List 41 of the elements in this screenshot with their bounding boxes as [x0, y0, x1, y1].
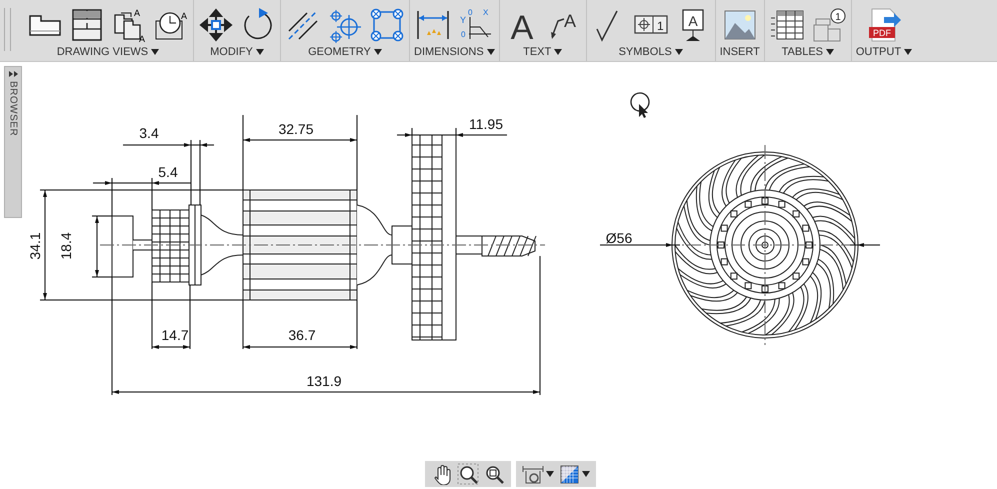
balloon-tool-button[interactable]: 1 [810, 6, 847, 44]
ribbon-panel-label[interactable]: MODIFY [210, 46, 264, 58]
ribbon-panel-label[interactable]: TABLES [782, 46, 834, 58]
ribbon-panel-label[interactable]: DRAWING VIEWS [56, 46, 160, 58]
ribbon-panel-label[interactable]: OUTPUT [856, 46, 912, 58]
center-pattern-icon [369, 7, 405, 43]
center-mark-icon [327, 7, 363, 43]
text-tool-button[interactable]: A [504, 6, 540, 44]
detail-tool-button[interactable]: A [153, 6, 189, 44]
toolbar-grip[interactable] [4, 8, 11, 51]
ribbon-panel-label[interactable]: SYMBOLS [618, 46, 683, 58]
move-arrows-icon [198, 7, 234, 43]
ordinate-tool-button[interactable]: Y 0 X 0 [457, 6, 494, 44]
dimension-label: 11.95 [469, 116, 503, 132]
dimension-label: 5.4 [158, 164, 178, 180]
dimension-label: 36.7 [288, 327, 316, 343]
mouse-cursor-icon [630, 92, 650, 118]
datum-tool-button[interactable]: A [674, 6, 711, 44]
centerpattern-tool-button[interactable] [369, 6, 405, 44]
dimension-label: 3.4 [139, 125, 159, 141]
dimension-label: 34.1 [27, 232, 43, 260]
ribbon-panel-label[interactable]: TEXT [523, 46, 562, 58]
dimension-label: 131.9 [306, 373, 342, 389]
browser-panel-tab[interactable]: BROWSER [4, 66, 22, 218]
zoom-button[interactable] [457, 463, 479, 485]
frame-tool-button[interactable]: 1 [632, 6, 669, 44]
dimension-label: 32.75 [278, 121, 314, 137]
camera-settings-icon [522, 463, 544, 485]
ribbon-panel-label[interactable]: INSERT [720, 46, 760, 58]
dimension-label: Ø56 [606, 230, 632, 246]
ribbon-panel-label[interactable]: DIMENSIONS [414, 46, 495, 58]
zoom-icon [457, 463, 479, 485]
pdf-tool-button[interactable]: PDF [866, 6, 902, 44]
display-menu-button[interactable] [558, 463, 590, 485]
ribbon-panel-label[interactable]: GEOMETRY [308, 46, 382, 58]
dimension-label: 18.4 [58, 232, 74, 260]
move-tool-button[interactable] [198, 6, 234, 44]
leader-tool-button[interactable]: A [546, 6, 582, 44]
dimension-label: 14.7 [161, 327, 189, 343]
section-tool-button[interactable]: A A [111, 6, 147, 44]
camera-menu-button[interactable] [522, 463, 554, 485]
